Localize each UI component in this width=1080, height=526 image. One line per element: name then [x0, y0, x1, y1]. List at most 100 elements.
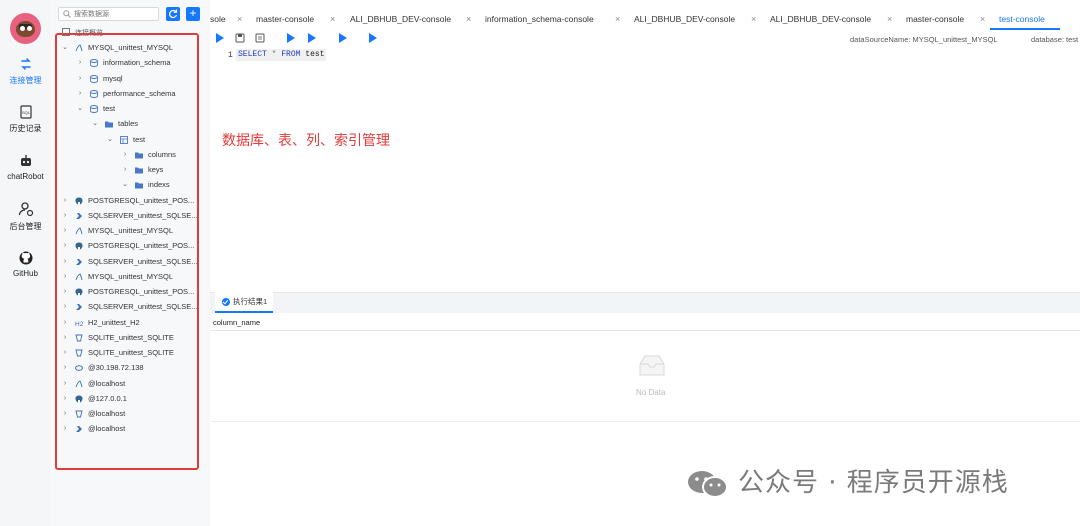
- tab-console[interactable]: ALI_DBHUB_DEV-console: [770, 10, 871, 29]
- close-icon[interactable]: ×: [615, 10, 620, 29]
- tab-console[interactable]: master-console: [256, 10, 314, 29]
- tree-node[interactable]: › MYSQL_unittest_MYSQL: [56, 269, 198, 284]
- chevron-right-icon[interactable]: ›: [121, 147, 129, 162]
- search-input[interactable]: [74, 9, 156, 20]
- close-icon[interactable]: ×: [980, 10, 985, 29]
- tree-node[interactable]: › @localhost: [56, 406, 198, 421]
- wechat-icon: [688, 471, 728, 498]
- tree-node-label: SQLSERVER_unittest_SQLSE...: [88, 210, 198, 220]
- tree-node[interactable]: › POSTGRESQL_unittest_POS...: [56, 238, 198, 253]
- tree-node[interactable]: › information_schema: [56, 55, 198, 70]
- chevron-right-icon[interactable]: ›: [121, 162, 129, 177]
- chevron-right-icon[interactable]: ›: [61, 193, 69, 208]
- chevron-down-icon[interactable]: ⌄: [91, 116, 99, 131]
- tree-node[interactable]: › SQLITE_unittest_SQLITE: [56, 345, 198, 360]
- chevron-right-icon[interactable]: ›: [61, 208, 69, 223]
- tree-node[interactable]: › performance_schema: [56, 86, 198, 101]
- app-logo[interactable]: [10, 13, 41, 44]
- tree-node[interactable]: › @127.0.0.1: [56, 391, 198, 406]
- play-icon[interactable]: [307, 32, 317, 44]
- tree-node-label: H2_unittest_H2: [88, 317, 140, 327]
- tree-node[interactable]: ⌄ indexs: [56, 177, 198, 192]
- close-icon[interactable]: ×: [237, 10, 242, 29]
- chevron-right-icon[interactable]: ›: [61, 238, 69, 253]
- chevron-right-icon[interactable]: ›: [61, 330, 69, 345]
- chevron-right-icon[interactable]: ›: [61, 315, 69, 330]
- chevron-right-icon[interactable]: ›: [61, 406, 69, 421]
- rail-item-github[interactable]: GitHub: [0, 251, 51, 278]
- chevron-right-icon[interactable]: ›: [61, 376, 69, 391]
- tab-console[interactable]: ALI_DBHUB_DEV-console: [350, 10, 451, 29]
- sql-editor[interactable]: [210, 47, 1080, 291]
- datasource-search[interactable]: [58, 7, 159, 21]
- tree-node[interactable]: › SQLITE_unittest_SQLITE: [56, 330, 198, 345]
- refresh-button[interactable]: [166, 7, 180, 21]
- chevron-down-icon[interactable]: ⌄: [61, 40, 69, 55]
- chevron-down-icon[interactable]: ⌄: [106, 132, 114, 147]
- tree-node-label: POSTGRESQL_unittest_POS...: [88, 195, 195, 205]
- play-icon[interactable]: [338, 32, 348, 44]
- rail-item-admin[interactable]: 后台管理: [0, 201, 51, 232]
- sql-line[interactable]: SELECT * FROM test: [236, 49, 327, 61]
- format-icon[interactable]: [255, 32, 265, 44]
- result-tab[interactable]: 执行结果1: [215, 292, 273, 313]
- run-icon[interactable]: [215, 32, 225, 44]
- tree-node[interactable]: › @30.198.72.138: [56, 360, 198, 375]
- tree-node[interactable]: › MYSQL_unittest_MYSQL: [56, 223, 198, 238]
- rail-item-history[interactable]: SQL 历史记录: [0, 105, 51, 134]
- chevron-right-icon[interactable]: ›: [61, 345, 69, 360]
- tree-node[interactable]: › SQLSERVER_unittest_SQLSE...: [56, 208, 198, 223]
- chevron-right-icon[interactable]: ›: [61, 421, 69, 436]
- tab-console[interactable]: ALI_DBHUB_DEV-console: [634, 10, 735, 29]
- no-data-text: No Data: [636, 388, 666, 397]
- rail-item-connections[interactable]: 连接管理: [0, 57, 51, 86]
- close-icon[interactable]: ×: [466, 10, 471, 29]
- sql-history-icon: SQL: [19, 105, 32, 119]
- tree-node[interactable]: › @localhost: [56, 421, 198, 436]
- tree-node[interactable]: › SQLSERVER_unittest_SQLSE...: [56, 254, 198, 269]
- tree-node[interactable]: › SQLSERVER_unittest_SQLSE...: [56, 299, 198, 314]
- tree-node[interactable]: › keys: [56, 162, 198, 177]
- close-icon[interactable]: ×: [751, 10, 756, 29]
- result-column-header: column_name: [210, 314, 1080, 331]
- chevron-right-icon[interactable]: ›: [61, 360, 69, 375]
- tab-console[interactable]: master-console: [906, 10, 964, 29]
- tree-node[interactable]: › H2 H2_unittest_H2: [56, 315, 198, 330]
- chevron-right-icon[interactable]: ›: [61, 391, 69, 406]
- chevron-right-icon[interactable]: ›: [61, 223, 69, 238]
- chevron-down-icon[interactable]: ⌄: [121, 177, 129, 192]
- chevron-right-icon[interactable]: ›: [76, 86, 84, 101]
- close-icon[interactable]: ×: [330, 10, 335, 29]
- close-icon[interactable]: ×: [887, 10, 892, 29]
- tree-node[interactable]: › POSTGRESQL_unittest_POS...: [56, 193, 198, 208]
- tab-console[interactable]: information_schema-console: [485, 10, 594, 29]
- connection-overview[interactable]: 连接概览: [62, 28, 103, 38]
- chevron-right-icon[interactable]: ›: [76, 55, 84, 70]
- tree-node[interactable]: ⌄ MYSQL_unittest_MYSQL: [56, 40, 198, 55]
- tree-node[interactable]: ⌄ tables: [56, 116, 198, 131]
- tree-node[interactable]: › columns: [56, 147, 198, 162]
- tab-test-console[interactable]: test-console: [999, 10, 1045, 29]
- add-datasource-button[interactable]: +: [186, 7, 200, 21]
- save-icon[interactable]: [235, 32, 245, 44]
- chevron-right-icon[interactable]: ›: [61, 254, 69, 269]
- tree-node[interactable]: ⌄ test: [56, 101, 198, 116]
- tree-node-label: POSTGRESQL_unittest_POS...: [88, 241, 195, 251]
- tree-node-label: indexs: [148, 180, 170, 190]
- chevron-right-icon[interactable]: ›: [61, 299, 69, 314]
- tree-node-label: MYSQL_unittest_MYSQL: [88, 271, 174, 281]
- chevron-right-icon[interactable]: ›: [61, 284, 69, 299]
- chevron-down-icon[interactable]: ⌄: [76, 101, 84, 116]
- chevron-right-icon[interactable]: ›: [61, 269, 69, 284]
- play-icon[interactable]: [286, 32, 296, 44]
- tab-console[interactable]: sole: [210, 10, 226, 29]
- tree-node[interactable]: › POSTGRESQL_unittest_POS...: [56, 284, 198, 299]
- chevron-right-icon[interactable]: ›: [76, 71, 84, 86]
- tree-node[interactable]: › @localhost: [56, 376, 198, 391]
- rail-item-chatrobot[interactable]: chatRobot: [0, 154, 51, 181]
- h2-icon: H2: [75, 321, 83, 327]
- tree-node[interactable]: › mysql: [56, 71, 198, 86]
- tree-node[interactable]: ⌄ test: [56, 132, 198, 147]
- datasource-name: dataSourceName: MYSQL_unittest_MYSQL: [850, 35, 998, 44]
- play-icon[interactable]: [368, 32, 378, 44]
